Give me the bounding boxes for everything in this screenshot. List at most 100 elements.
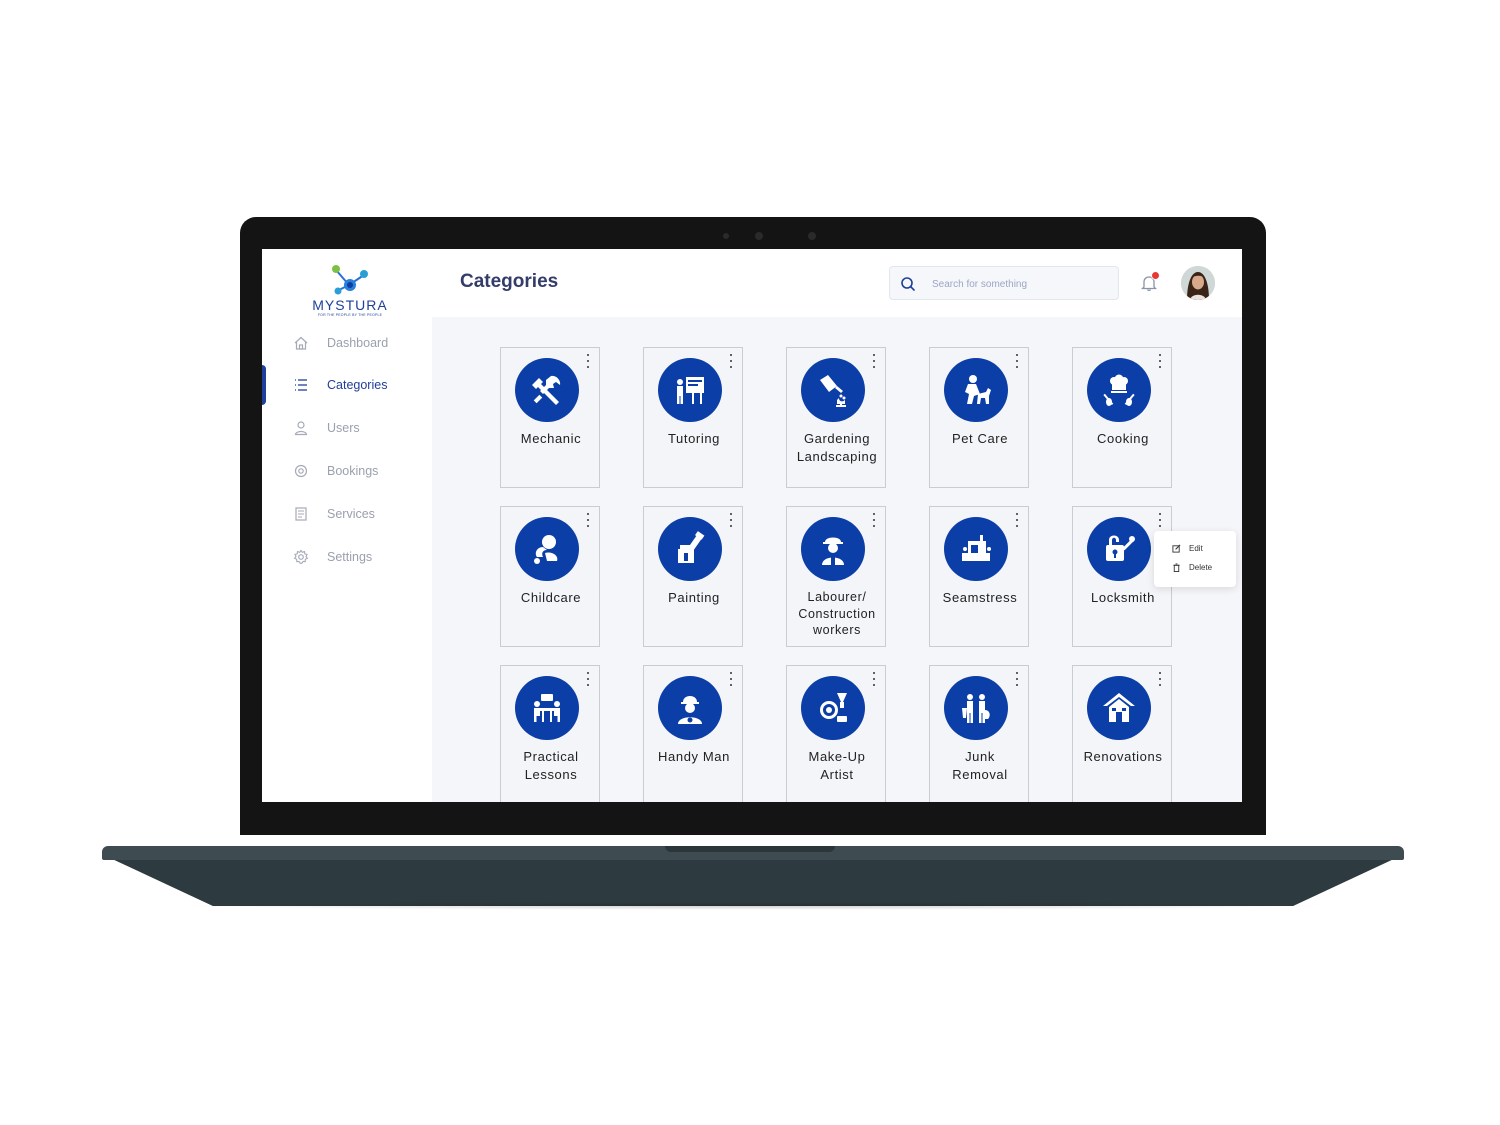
sidebar-item-bookings[interactable]: Bookings (262, 453, 432, 489)
paint-roller-icon (658, 517, 722, 581)
card-menu-button[interactable] (1012, 354, 1022, 368)
sidebar-item-settings[interactable]: Settings (262, 539, 432, 575)
card-menu-button[interactable] (1155, 672, 1165, 686)
bookings-icon (293, 463, 309, 479)
card-menu-button[interactable] (869, 672, 879, 686)
category-card-make-up-artist[interactable]: Make-Up Artist (786, 665, 886, 802)
house-icon (1087, 676, 1151, 740)
category-label: Locksmith (1091, 590, 1155, 605)
sidebar-item-label: Services (327, 507, 375, 521)
camera-lens (755, 232, 763, 240)
chef-hat-utensils-icon (1087, 358, 1151, 422)
user-avatar-icon (1181, 266, 1215, 300)
notification-badge (1151, 271, 1160, 280)
category-label: Labourer/ Construction workers (798, 590, 876, 637)
search-box (889, 266, 1119, 300)
list-icon (293, 377, 309, 393)
delete-menu-item[interactable]: Delete (1172, 560, 1212, 574)
category-card-pet-care[interactable]: Pet Care (929, 347, 1029, 488)
card-menu-button[interactable] (583, 672, 593, 686)
category-card-seamstress[interactable]: Seamstress (929, 506, 1029, 647)
logo-text: MYSTURA (312, 297, 388, 313)
teacher-board-icon (658, 358, 722, 422)
card-menu-button[interactable] (583, 513, 593, 527)
laptop-notch (665, 846, 835, 852)
laptop-shadow (170, 902, 1336, 910)
sidebar: MYSTURA FOR THE PEOPLE BY THE PEOPLE Das… (262, 249, 432, 802)
card-menu-button[interactable] (869, 513, 879, 527)
logo-icon (332, 265, 368, 295)
category-card-tutoring[interactable]: Tutoring (643, 347, 743, 488)
person-dog-icon (944, 358, 1008, 422)
category-card-junk-removal[interactable]: Junk Removal (929, 665, 1029, 802)
card-menu-button[interactable] (1155, 513, 1165, 527)
app-screen: MYSTURA FOR THE PEOPLE BY THE PEOPLE Das… (262, 249, 1242, 802)
notification-button[interactable] (1140, 271, 1160, 292)
category-label: Junk Removal (952, 749, 1008, 782)
category-label: Tutoring (667, 431, 720, 446)
category-card-handy-man[interactable]: Handy Man (643, 665, 743, 802)
category-card-gardening[interactable]: Gardening Landscaping (786, 347, 886, 488)
category-card-mechanic[interactable]: Mechanic (500, 347, 600, 488)
sidebar-item-dashboard[interactable]: Dashboard (262, 325, 432, 361)
category-label: Make-Up Artist (808, 749, 866, 782)
card-menu-button[interactable] (726, 672, 736, 686)
edit-icon (1172, 544, 1181, 553)
card-menu-button[interactable] (1012, 672, 1022, 686)
category-card-painting[interactable]: Painting (643, 506, 743, 647)
sidebar-item-users[interactable]: Users (262, 410, 432, 446)
sidebar-item-label: Bookings (327, 464, 379, 478)
user-icon (293, 420, 309, 436)
people-trash-icon (944, 676, 1008, 740)
lock-key-icon (1087, 517, 1151, 581)
card-menu-button[interactable] (1155, 354, 1165, 368)
search-icon[interactable] (900, 276, 916, 292)
category-label: Cooking (1097, 431, 1149, 446)
logo[interactable]: MYSTURA FOR THE PEOPLE BY THE PEOPLE (292, 263, 412, 323)
sidebar-item-categories[interactable]: Categories (262, 367, 432, 403)
wrench-screwdriver-icon (515, 358, 579, 422)
edit-menu-item[interactable]: Edit (1172, 541, 1203, 555)
category-label: Painting (668, 590, 720, 605)
makeup-mirror-icon (801, 676, 865, 740)
header: Categories (432, 249, 1242, 317)
category-label: Childcare (520, 590, 582, 605)
sewing-machine-icon (944, 517, 1008, 581)
category-card-labourer[interactable]: Labourer/ Construction workers (786, 506, 886, 647)
sidebar-item-label: Categories (327, 378, 388, 392)
sidebar-item-services[interactable]: Services (262, 496, 432, 532)
edit-label: Edit (1189, 543, 1203, 553)
category-label: Pet Care (951, 431, 1009, 446)
card-menu-button[interactable] (726, 354, 736, 368)
trash-icon (1173, 562, 1180, 572)
delete-label: Delete (1189, 562, 1213, 572)
search-input[interactable] (930, 273, 1114, 295)
gear-icon (293, 549, 309, 565)
category-card-cooking[interactable]: Cooking (1072, 347, 1172, 488)
category-label: Gardening Landscaping (796, 431, 878, 464)
watering-can-icon (801, 358, 865, 422)
category-card-renovations[interactable]: Renovations (1072, 665, 1172, 802)
category-card-practical-lessons[interactable]: Practical Lessons (500, 665, 600, 802)
category-label: Renovations (1083, 749, 1163, 764)
category-card-childcare[interactable]: Childcare (500, 506, 600, 647)
category-label: Handy Man (658, 749, 730, 764)
card-menu-button[interactable] (869, 354, 879, 368)
camera-light (808, 232, 816, 240)
sidebar-item-label: Settings (327, 550, 373, 564)
card-menu-button[interactable] (726, 513, 736, 527)
category-label: Mechanic (520, 431, 582, 446)
logo-tagline: FOR THE PEOPLE BY THE PEOPLE (317, 313, 383, 317)
baby-icon (515, 517, 579, 581)
laptop-base (110, 858, 1396, 906)
meeting-table-icon (515, 676, 579, 740)
avatar[interactable] (1181, 266, 1215, 300)
card-menu-button[interactable] (583, 354, 593, 368)
card-menu-button[interactable] (1012, 513, 1022, 527)
sidebar-item-label: Users (327, 421, 360, 435)
page-title: Categories (460, 271, 559, 292)
services-icon (293, 506, 309, 522)
sidebar-item-label: Dashboard (327, 336, 389, 350)
handyman-icon (658, 676, 722, 740)
card-context-menu: Edit Delete (1154, 531, 1236, 587)
